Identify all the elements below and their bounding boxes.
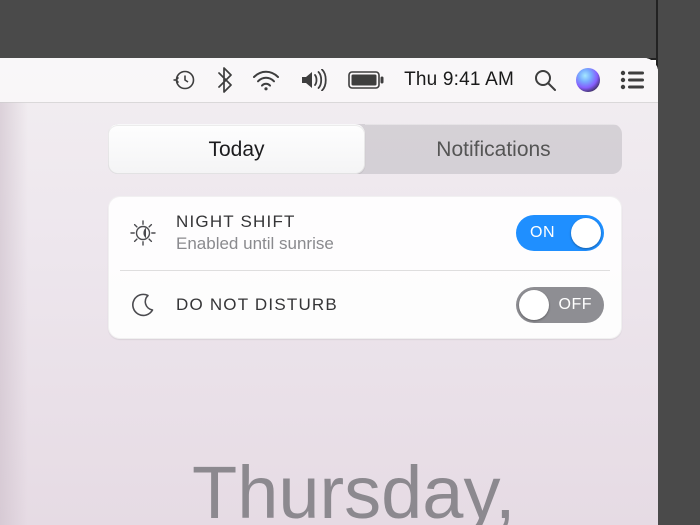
bezel-top: [0, 0, 700, 60]
bluetooth-icon[interactable]: [216, 58, 232, 102]
wifi-icon[interactable]: [252, 58, 280, 102]
battery-icon[interactable]: [348, 58, 384, 102]
bezel-right: [656, 0, 700, 525]
laptop-frame: Thu 9:41 AM Today Notifi: [0, 0, 700, 525]
toggle-off-label: OFF: [559, 296, 593, 314]
night-shift-subtitle: Enabled until sunrise: [176, 234, 500, 254]
night-shift-labels: NIGHT SHIFT Enabled until sunrise: [176, 212, 500, 254]
menubar: Thu 9:41 AM: [0, 58, 658, 103]
time-machine-icon[interactable]: [172, 58, 196, 102]
volume-icon[interactable]: [300, 58, 328, 102]
moon-icon: [126, 288, 160, 322]
dnd-title: DO NOT DISTURB: [176, 295, 500, 315]
notification-center-icon[interactable]: [620, 58, 644, 102]
tab-today[interactable]: Today: [108, 124, 365, 174]
desktop-wallpaper-edge: [0, 102, 28, 525]
quick-toggles-card: NIGHT SHIFT Enabled until sunrise ON: [108, 196, 622, 339]
do-not-disturb-row: DO NOT DISTURB OFF: [120, 270, 610, 339]
toggle-on-label: ON: [530, 224, 555, 242]
siri-icon[interactable]: [576, 58, 600, 102]
screen: Thu 9:41 AM Today Notifi: [0, 58, 658, 525]
dnd-toggle[interactable]: OFF: [516, 287, 604, 323]
night-shift-title: NIGHT SHIFT: [176, 212, 500, 232]
dnd-labels: DO NOT DISTURB: [176, 295, 500, 315]
tabs: Today Notifications: [108, 124, 622, 174]
toggle-knob: [519, 290, 549, 320]
night-shift-icon: [126, 216, 160, 250]
menubar-clock[interactable]: Thu 9:41 AM: [404, 69, 514, 91]
today-date-heading: Thursday,: [192, 450, 516, 525]
toggle-knob: [571, 218, 601, 248]
notification-center-panel: Today Notifications: [84, 102, 658, 525]
night-shift-toggle[interactable]: ON: [516, 215, 604, 251]
night-shift-row: NIGHT SHIFT Enabled until sunrise ON: [108, 196, 622, 270]
tab-notifications[interactable]: Notifications: [365, 124, 622, 174]
spotlight-icon[interactable]: [534, 58, 556, 102]
